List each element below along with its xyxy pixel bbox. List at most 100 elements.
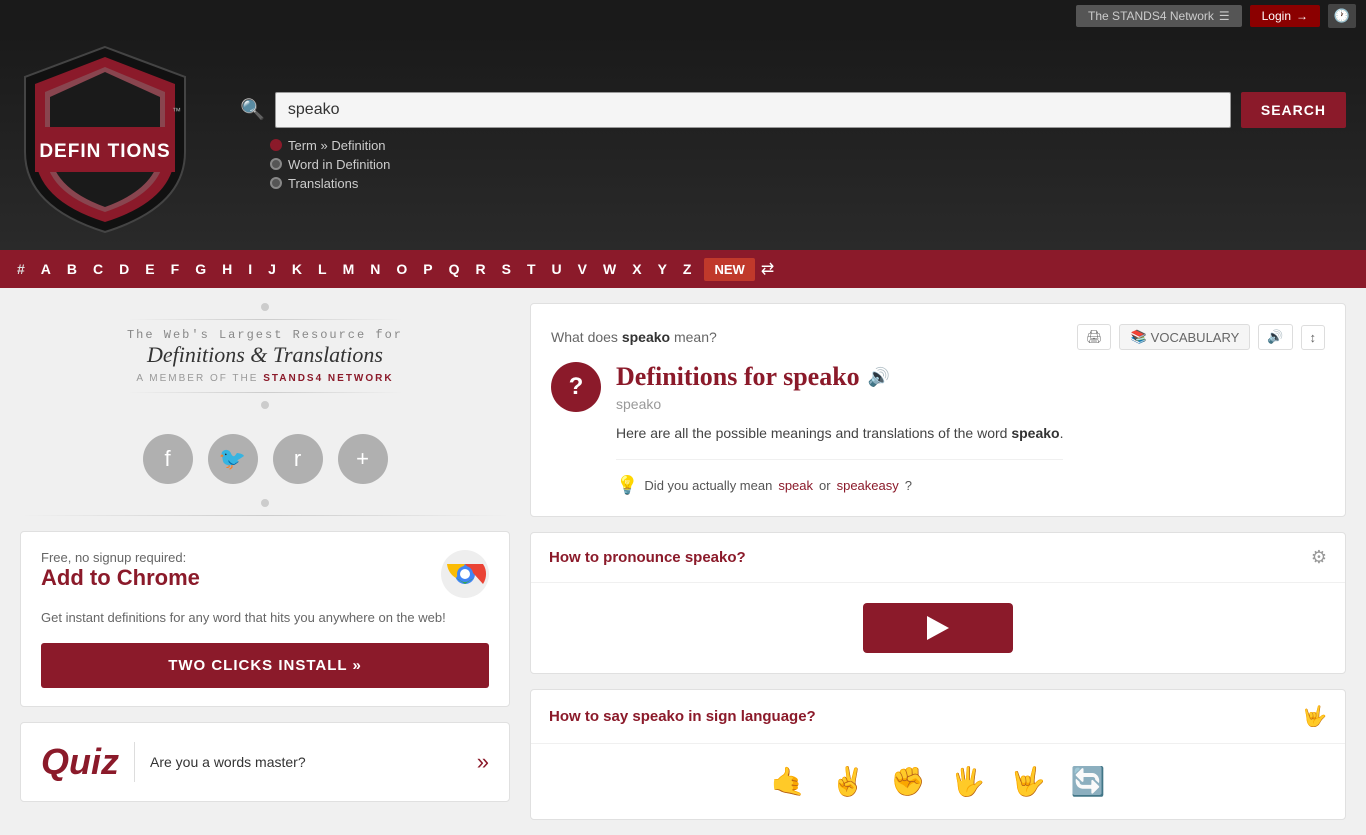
sign-language-header: How to say speako in sign language? 🤟 bbox=[531, 690, 1345, 744]
nav-P[interactable]: P bbox=[416, 250, 439, 288]
header: DEFINITIONS ™ 🔍 speako SEARCH Term » Def… bbox=[0, 32, 1366, 250]
hand-sign-4: 🖐 bbox=[946, 759, 991, 804]
main-slogan: Definitions & Translations bbox=[127, 342, 403, 368]
plus-icon[interactable]: + bbox=[338, 434, 388, 484]
sign-language-icon: 🤟 bbox=[1302, 704, 1327, 729]
translate-button[interactable]: ↕ bbox=[1301, 325, 1326, 350]
option-word-in-definition[interactable]: Word in Definition bbox=[270, 157, 1346, 172]
facebook-icon[interactable]: f bbox=[143, 434, 193, 484]
book-icon: 📚 bbox=[1130, 329, 1146, 345]
def-card-header: What does speako mean? 🖨 📚 VOCABULARY 🔊 … bbox=[551, 324, 1325, 350]
nav-C[interactable]: C bbox=[86, 250, 110, 288]
nav-K[interactable]: K bbox=[285, 250, 309, 288]
print-button[interactable]: 🖨 bbox=[1077, 324, 1112, 350]
pronunciation-header: How to pronounce speako? ⚙ bbox=[531, 533, 1345, 583]
nav-V[interactable]: V bbox=[571, 250, 594, 288]
logo-area: DEFINITIONS ™ bbox=[20, 42, 220, 240]
nav-Q[interactable]: Q bbox=[442, 250, 467, 288]
content-area: What does speako mean? 🖨 📚 VOCABULARY 🔊 … bbox=[530, 303, 1346, 820]
hand-sign-1: 🤙 bbox=[766, 759, 811, 804]
navbar: # A B C D E F G H I J K L M N O P Q R S … bbox=[0, 250, 1366, 288]
search-input[interactable]: speako bbox=[275, 92, 1231, 128]
divider-dot-bottom bbox=[261, 401, 269, 409]
sound-icon[interactable]: 🔊 bbox=[868, 367, 890, 388]
nav-new[interactable]: NEW bbox=[704, 258, 754, 281]
shuffle-icon[interactable]: ⇄ bbox=[761, 259, 774, 279]
nav-W[interactable]: W bbox=[596, 250, 623, 288]
nav-B[interactable]: B bbox=[60, 250, 84, 288]
nav-N[interactable]: N bbox=[363, 250, 387, 288]
search-icon: 🔍 bbox=[240, 97, 265, 122]
pronunciation-title: How to pronounce speako? bbox=[549, 549, 746, 566]
quiz-label: Quiz bbox=[41, 741, 119, 783]
tagline: The Web's Largest Resource for bbox=[127, 328, 403, 342]
social-icons: f 🐦 r + bbox=[143, 434, 388, 484]
nav-I[interactable]: I bbox=[241, 250, 259, 288]
nav-L[interactable]: L bbox=[311, 250, 334, 288]
def-word-subtitle: speako bbox=[616, 396, 1063, 412]
chrome-logo-icon bbox=[441, 550, 489, 598]
hand-sign-5: 🤟 bbox=[1006, 759, 1051, 804]
def-title: Definitions for speako 🔊 bbox=[616, 362, 1063, 392]
slogan-amp: & bbox=[250, 342, 273, 367]
login-icon: → bbox=[1296, 9, 1308, 23]
history-btn[interactable]: 🕐 bbox=[1328, 4, 1356, 28]
login-label: Login bbox=[1262, 9, 1291, 23]
sidebar-branding: The Web's Largest Resource for Definitio… bbox=[127, 303, 403, 409]
topbar: The STANDS4 Network ☰ Login → 🕐 bbox=[0, 0, 1366, 32]
def-card-body: ? Definitions for speako 🔊 speako Here a… bbox=[551, 362, 1325, 496]
chrome-addon-box: Free, no signup required: Add to Chrome … bbox=[20, 531, 510, 707]
play-button[interactable] bbox=[863, 603, 1013, 653]
gear-icon[interactable]: ⚙ bbox=[1311, 547, 1327, 568]
twitter-icon[interactable]: 🐦 bbox=[208, 434, 258, 484]
login-btn[interactable]: Login → bbox=[1250, 5, 1320, 27]
def-actions: 🖨 📚 VOCABULARY 🔊 ↕ bbox=[1077, 324, 1325, 350]
main-layout: The Web's Largest Resource for Definitio… bbox=[0, 288, 1366, 835]
suggestion-speakeasy-link[interactable]: speakeasy bbox=[837, 478, 899, 493]
nav-T[interactable]: T bbox=[520, 250, 543, 288]
chrome-description: Get instant definitions for any word tha… bbox=[41, 608, 489, 628]
nav-Z[interactable]: Z bbox=[676, 250, 699, 288]
reddit-icon[interactable]: r bbox=[273, 434, 323, 484]
nav-hash[interactable]: # bbox=[10, 250, 32, 288]
nav-S[interactable]: S bbox=[495, 250, 518, 288]
nav-G[interactable]: G bbox=[188, 250, 213, 288]
search-area: 🔍 speako SEARCH Term » Definition Word i… bbox=[240, 92, 1346, 191]
nav-E[interactable]: E bbox=[138, 250, 161, 288]
sound-button-top[interactable]: 🔊 bbox=[1258, 324, 1292, 350]
nav-A[interactable]: A bbox=[34, 250, 58, 288]
divider-dot-mid bbox=[261, 499, 269, 507]
def-question-word: speako bbox=[622, 329, 670, 345]
vocab-button[interactable]: 📚 VOCABULARY bbox=[1119, 324, 1250, 350]
sign-language-card: How to say speako in sign language? 🤟 🤙 … bbox=[530, 689, 1346, 820]
nav-F[interactable]: F bbox=[164, 250, 187, 288]
network-label: The STANDS4 Network bbox=[1088, 9, 1214, 23]
network-btn[interactable]: The STANDS4 Network ☰ bbox=[1076, 5, 1242, 27]
nav-R[interactable]: R bbox=[469, 250, 493, 288]
sidebar: The Web's Largest Resource for Definitio… bbox=[20, 303, 530, 820]
slogan-defs: Definitions bbox=[147, 342, 245, 367]
nav-H[interactable]: H bbox=[215, 250, 239, 288]
slogan-trans: Translations bbox=[273, 342, 383, 367]
quiz-question: Are you a words master? bbox=[150, 754, 462, 770]
sign-language-body: 🤙 ✌ ✊ 🖐 🤟 🔄 bbox=[531, 744, 1345, 819]
pronunciation-body bbox=[531, 583, 1345, 673]
def-body-word: speako bbox=[1011, 425, 1059, 441]
nav-D[interactable]: D bbox=[112, 250, 136, 288]
nav-U[interactable]: U bbox=[545, 250, 569, 288]
svg-text:™: ™ bbox=[172, 106, 181, 116]
play-triangle-icon bbox=[927, 616, 949, 640]
option-term-definition[interactable]: Term » Definition bbox=[270, 138, 1346, 153]
nav-Y[interactable]: Y bbox=[651, 250, 674, 288]
divider-line-bottom bbox=[127, 392, 403, 393]
nav-X[interactable]: X bbox=[625, 250, 648, 288]
nav-M[interactable]: M bbox=[336, 250, 362, 288]
suggestion-speak-link[interactable]: speak bbox=[778, 478, 813, 493]
quiz-arrow-icon[interactable]: » bbox=[477, 749, 489, 775]
search-button[interactable]: SEARCH bbox=[1241, 92, 1346, 128]
speaker-icon: 🔊 bbox=[1267, 329, 1283, 345]
option-translations[interactable]: Translations bbox=[270, 176, 1346, 191]
install-button[interactable]: TWO CLICKS INSTALL » bbox=[41, 643, 489, 688]
nav-J[interactable]: J bbox=[261, 250, 283, 288]
nav-O[interactable]: O bbox=[389, 250, 414, 288]
